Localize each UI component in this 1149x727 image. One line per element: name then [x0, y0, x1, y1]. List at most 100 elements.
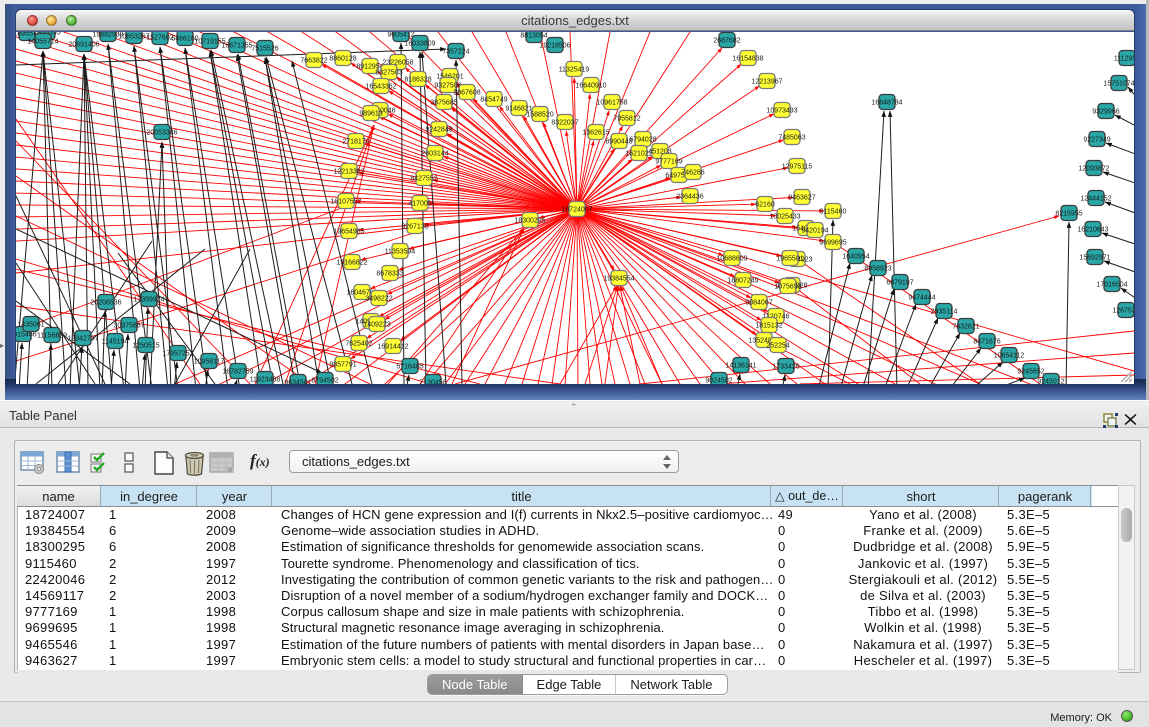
svg-text:20691406: 20691406: [68, 42, 99, 49]
svg-text:7632621: 7632621: [952, 324, 979, 331]
svg-text:19384554: 19384554: [603, 276, 634, 283]
svg-text:20053346: 20053346: [146, 130, 177, 137]
svg-text:9605412: 9605412: [387, 32, 414, 39]
svg-text:12342737: 12342737: [67, 336, 98, 343]
svg-text:12213967: 12213967: [751, 79, 782, 86]
svg-text:3875685: 3875685: [430, 100, 457, 107]
svg-text:1965501: 1965501: [776, 256, 803, 263]
svg-text:5716485: 5716485: [396, 364, 423, 371]
svg-text:6879197: 6879197: [886, 280, 913, 287]
svg-text:9245652: 9245652: [1017, 369, 1044, 376]
svg-text:1733426: 1733426: [772, 364, 799, 371]
svg-text:10958117: 10958117: [194, 359, 225, 366]
svg-text:3267130: 3267130: [401, 224, 428, 231]
svg-text:7485063: 7485063: [778, 135, 805, 142]
svg-text:3498222: 3498222: [365, 296, 392, 303]
svg-text:16648784: 16648784: [871, 100, 902, 107]
svg-text:19166822: 19166822: [336, 260, 367, 267]
svg-text:3915466: 3915466: [16, 332, 37, 339]
svg-text:8215955: 8215955: [1055, 211, 1082, 218]
svg-text:9227349: 9227349: [1083, 137, 1110, 144]
svg-text:16033809: 16033809: [404, 41, 435, 48]
svg-text:7955812: 7955812: [613, 116, 640, 123]
svg-text:16154838: 16154838: [732, 56, 763, 63]
svg-text:7357224: 7357224: [442, 49, 469, 56]
svg-text:11325419: 11325419: [559, 67, 590, 74]
svg-text:9329966: 9329966: [1092, 109, 1119, 116]
svg-text:16210643: 16210643: [1077, 227, 1108, 234]
svg-text:9857791: 9857791: [329, 362, 356, 369]
svg-text:15692971: 15692971: [1079, 255, 1110, 262]
svg-text:12444152: 12444152: [1080, 196, 1111, 203]
svg-text:8186328: 8186328: [404, 77, 431, 84]
svg-text:19218506: 19218506: [539, 43, 570, 50]
svg-text:1588520: 1588520: [526, 112, 553, 119]
svg-text:11353594: 11353594: [385, 249, 416, 256]
svg-text:9242848: 9242848: [425, 127, 452, 134]
svg-text:62160: 62160: [755, 202, 775, 209]
svg-text:8860128: 8860128: [329, 56, 356, 63]
svg-text:9634501: 9634501: [284, 380, 311, 385]
svg-text:9245012: 9245012: [1037, 379, 1064, 385]
svg-text:9327503: 9327503: [375, 70, 402, 77]
svg-text:11923468: 11923468: [250, 377, 281, 384]
svg-text:16640910: 16640910: [575, 83, 606, 90]
svg-text:9327508: 9327508: [434, 83, 461, 90]
svg-text:1112954: 1112954: [1114, 56, 1134, 63]
svg-text:417006: 417006: [408, 201, 431, 208]
svg-text:2867608: 2867608: [453, 90, 480, 97]
svg-text:1409223: 1409223: [363, 322, 390, 329]
svg-text:252254: 252254: [766, 343, 789, 350]
svg-text:11156829: 11156829: [37, 333, 67, 340]
svg-text:17957253: 17957253: [162, 351, 193, 358]
svg-text:1362615: 1362615: [582, 130, 609, 137]
svg-text:15751074: 15751074: [1103, 81, 1134, 88]
svg-text:2687682: 2687682: [713, 38, 740, 45]
svg-text:20206536: 20206536: [90, 300, 121, 307]
svg-text:1250515: 1250515: [132, 343, 159, 350]
svg-text:9420194: 9420194: [801, 228, 828, 235]
svg-text:6794028: 6794028: [629, 137, 656, 144]
svg-text:7130456: 7130456: [419, 380, 446, 385]
svg-text:10961758: 10961758: [596, 100, 627, 107]
svg-text:2718170: 2718170: [342, 139, 369, 146]
svg-text:18300295: 18300295: [514, 218, 545, 225]
svg-text:9084067: 9084067: [745, 300, 772, 307]
svg-text:8454749: 8454749: [480, 97, 507, 104]
svg-text:16543362: 16543362: [365, 84, 396, 91]
svg-text:1435061: 1435061: [17, 322, 44, 329]
svg-text:7625402: 7625402: [345, 341, 372, 348]
svg-text:16107552: 16107552: [330, 199, 361, 206]
svg-text:2364436: 2364436: [676, 194, 703, 201]
svg-text:16671355: 16671355: [221, 43, 252, 50]
svg-text:12975115: 12975115: [782, 164, 813, 171]
svg-text:14055714: 14055714: [27, 39, 58, 46]
svg-text:1145194: 1145194: [102, 339, 129, 346]
svg-text:8813054: 8813054: [520, 33, 547, 40]
svg-text:17359924: 17359924: [133, 297, 164, 304]
svg-text:1640954: 1640954: [842, 254, 869, 261]
svg-text:12213382: 12213382: [333, 169, 364, 176]
svg-text:8322037: 8322037: [551, 120, 578, 127]
svg-text:9474444: 9474444: [908, 295, 935, 302]
svg-text:2935114: 2935114: [931, 309, 958, 316]
svg-text:10654112: 10654112: [994, 353, 1025, 360]
svg-text:18724007: 18724007: [561, 207, 592, 214]
svg-text:10688609: 10688609: [716, 256, 747, 263]
svg-text:8427552: 8427552: [410, 176, 437, 183]
svg-text:8471676: 8471676: [973, 339, 1000, 346]
svg-text:8958923: 8958923: [864, 266, 891, 273]
svg-text:7515526: 7515526: [251, 46, 278, 53]
svg-text:746266: 746266: [681, 170, 704, 177]
svg-text:12093872: 12093872: [1078, 166, 1109, 173]
svg-text:9777169: 9777169: [655, 159, 682, 166]
svg-text:10653267: 10653267: [118, 34, 149, 41]
svg-text:16914412: 16914412: [377, 344, 408, 351]
svg-text:9115460: 9115460: [820, 209, 847, 216]
svg-text:17016504: 17016504: [1096, 282, 1127, 289]
svg-text:989613: 989613: [359, 111, 382, 118]
svg-text:16782759: 16782759: [222, 369, 253, 376]
svg-text:1267531: 1267531: [1112, 308, 1134, 315]
svg-text:9024502: 9024502: [705, 378, 732, 385]
svg-text:8794502: 8794502: [311, 378, 338, 385]
